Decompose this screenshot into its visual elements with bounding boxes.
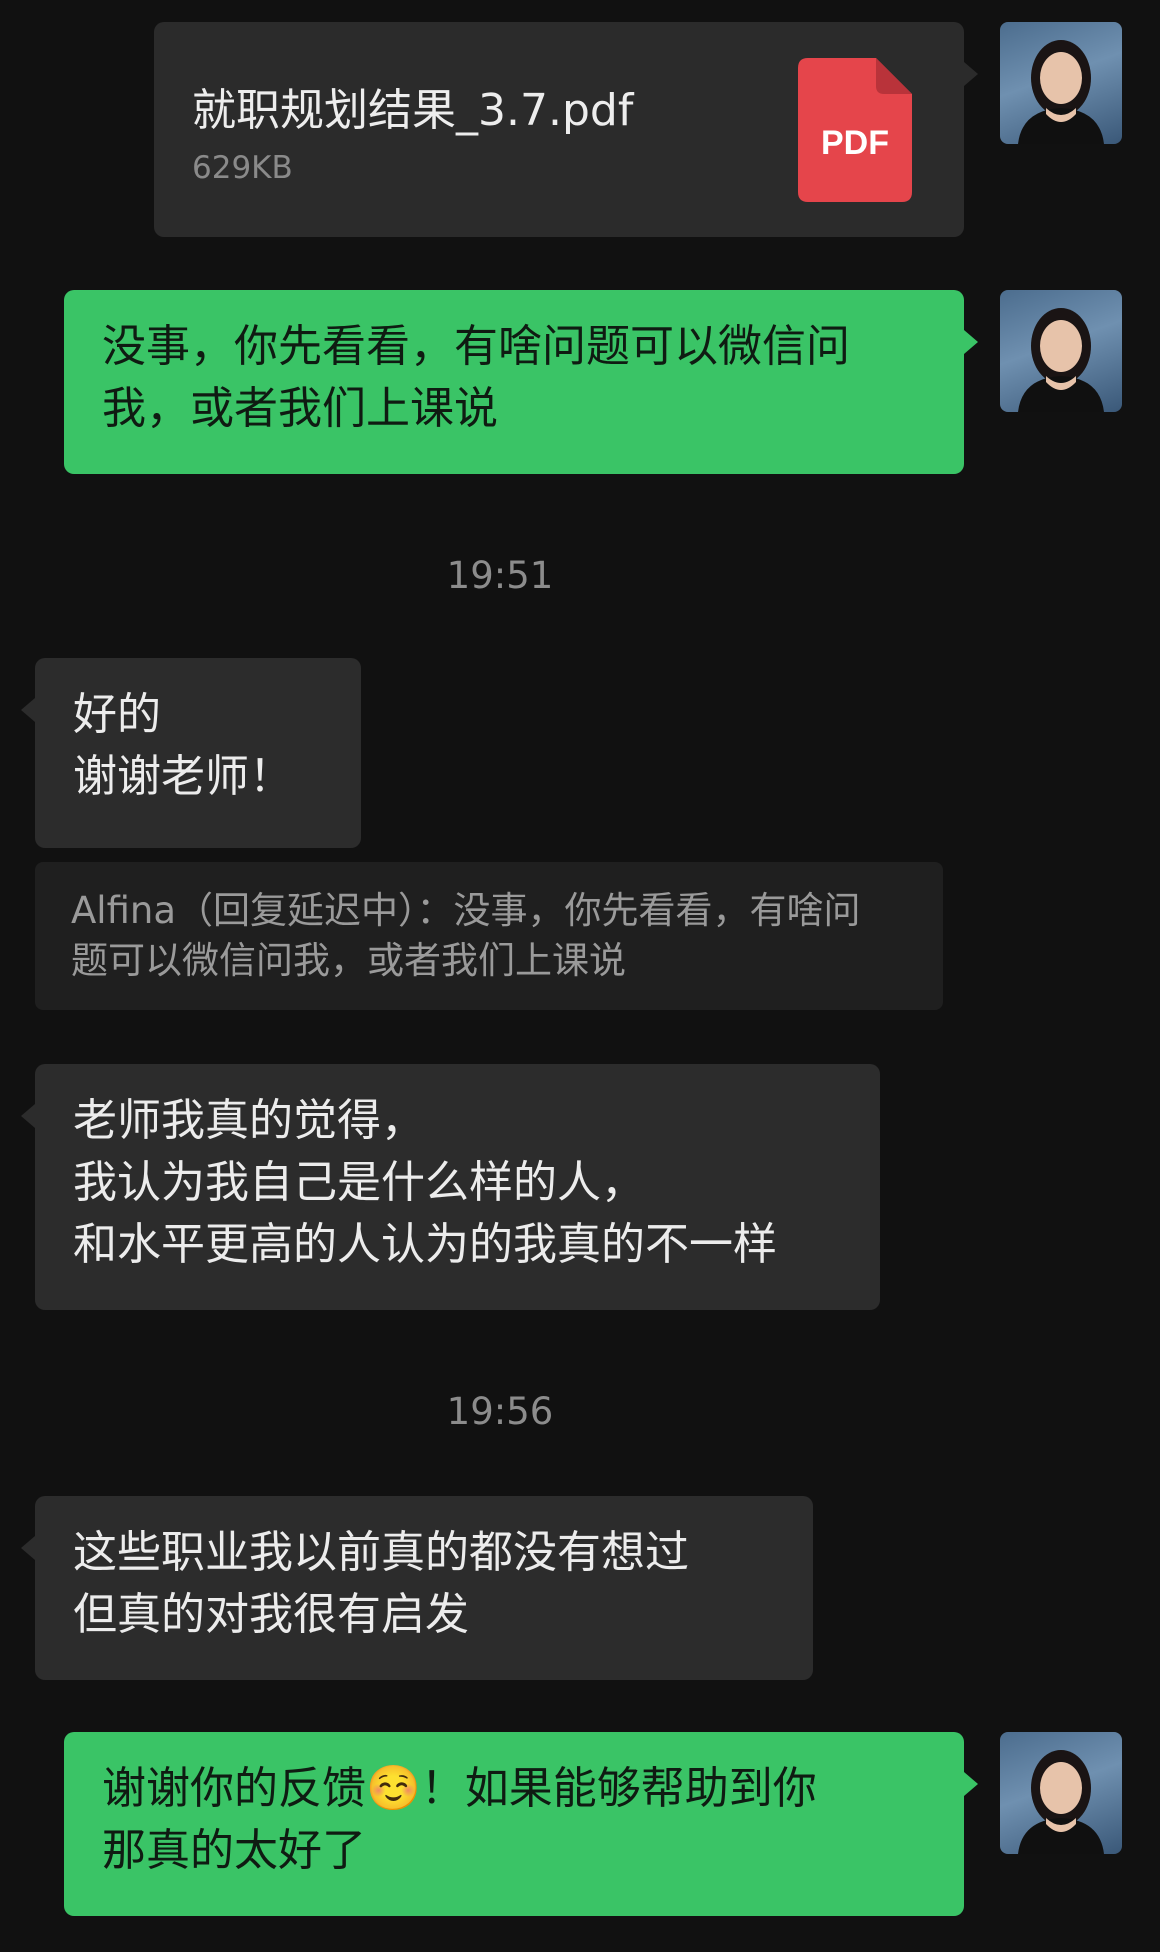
message-bubble-sent[interactable]: 没事，你先看看，有啥问题可以微信问 我，或者我们上课说 xyxy=(64,290,978,474)
file-message[interactable]: 就职规划结果_3.7.pdf 629KB PDF xyxy=(154,22,978,237)
pdf-label: PDF xyxy=(821,124,889,162)
message-bubble-received[interactable]: 老师我真的觉得， 我认为我自己是什么样的人， 和水平更高的人认为的我真的不一样 xyxy=(21,1064,880,1310)
timestamp: 19:56 xyxy=(446,1390,554,1433)
quoted-reply[interactable]: Alfina（回复延迟中）：没事，你先看看，有啥问 题可以微信问我，或者我们上课… xyxy=(35,862,943,1010)
timestamp: 19:51 xyxy=(446,554,554,597)
pdf-file-icon: PDF xyxy=(798,58,912,202)
user-photo-icon xyxy=(1018,1750,1104,1854)
message-bubble-sent[interactable]: 谢谢你的反馈☺️！如果能够帮助到你 那真的太好了 xyxy=(64,1732,978,1916)
message-bubble-received[interactable]: 好的 谢谢老师！ xyxy=(21,658,361,848)
file-size: 629KB xyxy=(192,150,293,186)
avatar[interactable] xyxy=(1000,22,1122,144)
user-photo-icon xyxy=(1018,308,1104,412)
avatar[interactable] xyxy=(1000,1732,1122,1854)
user-photo-icon xyxy=(1018,40,1104,144)
file-name: 就职规划结果_3.7.pdf xyxy=(192,85,634,136)
avatar[interactable] xyxy=(1000,290,1122,412)
message-bubble-received[interactable]: 这些职业我以前真的都没有想过 但真的对我很有启发 xyxy=(21,1496,813,1680)
